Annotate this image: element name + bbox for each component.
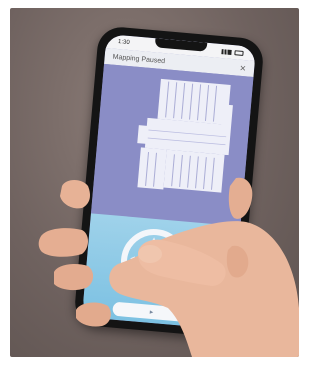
palm [109, 221, 299, 357]
pinky-finger [76, 302, 111, 327]
right-fingertip [228, 177, 253, 219]
middle-finger [38, 228, 88, 257]
index-finger [60, 180, 90, 209]
thumbnail [138, 245, 162, 263]
hand [38, 177, 299, 357]
photo: 1:30 Mapping Paused ✕ ▸ [10, 8, 299, 357]
ring-finger [54, 264, 94, 291]
